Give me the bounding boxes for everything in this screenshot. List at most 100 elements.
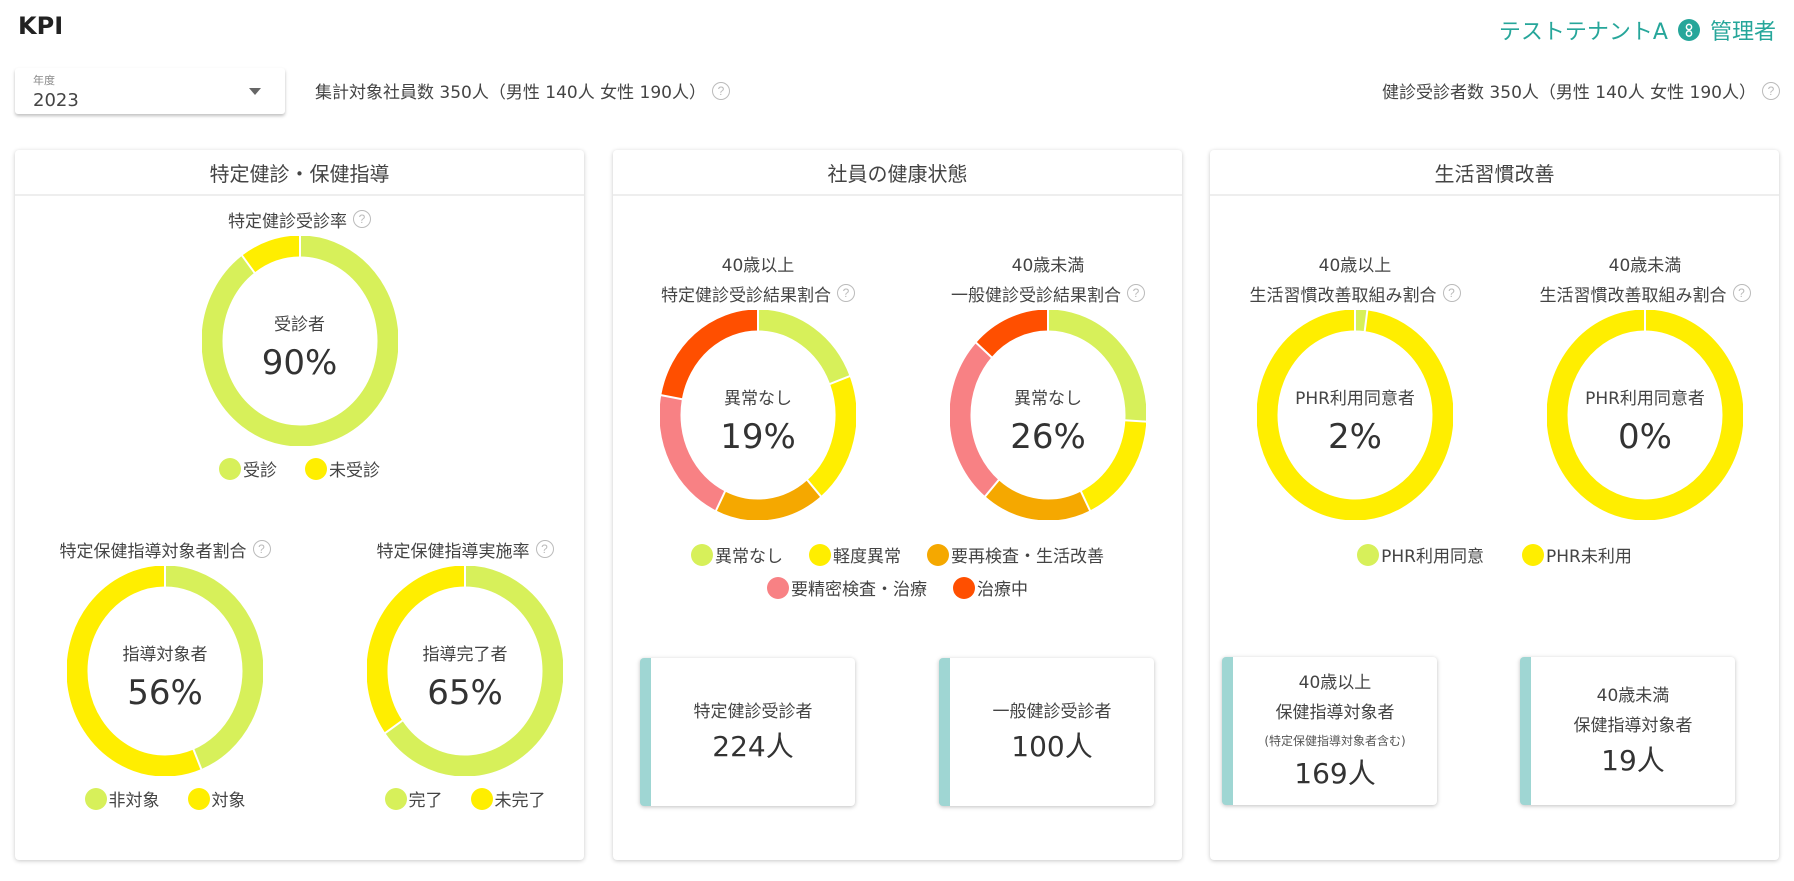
- legend-item[interactable]: PHR利用同意: [1357, 542, 1484, 567]
- legend-item[interactable]: 完了: [384, 786, 443, 811]
- donut-center-value: 90%: [261, 343, 338, 383]
- chart-legend: 非対象 対象: [84, 786, 246, 811]
- legend-item[interactable]: 受診: [219, 456, 277, 481]
- chart-title-text: 特定健診受診率: [228, 211, 347, 232]
- tenant-name[interactable]: テストテナントA: [1499, 14, 1668, 46]
- help-icon[interactable]: ?: [711, 81, 730, 100]
- donut-segment[interactable]: [1354, 310, 1368, 332]
- donut-center-label: 異常なし: [1014, 389, 1082, 409]
- donut-center-label: 指導対象者: [122, 645, 208, 665]
- donut-chart: 指導対象者 56%: [67, 566, 263, 776]
- legend-dot-icon: [927, 543, 949, 566]
- legend-dot-icon: [1522, 543, 1544, 566]
- donut-center-label: 指導完了者: [422, 645, 508, 665]
- legend-label: 未完了: [494, 791, 546, 811]
- panel-title: 特定健診・保健指導: [15, 150, 584, 196]
- examinee-text: 健診受診者数 350人（男性 140人 女性 190人）: [1382, 83, 1756, 103]
- legend-item[interactable]: 未完了: [470, 786, 546, 811]
- help-icon[interactable]: ?: [1442, 284, 1461, 302]
- legend-label: 受診: [243, 461, 277, 481]
- panel-specific-checkup: 特定健診・保健指導 特定健診受診率 ? 受診者 90% 受診 未受診 特定保健指…: [15, 150, 584, 860]
- over40-result-chart: 40歳以上 特定健診受診結果割合 ? 異常なし 19%: [638, 248, 878, 520]
- year-select[interactable]: 年度 2023: [15, 68, 285, 114]
- stat-value: 224人: [712, 730, 794, 763]
- help-icon[interactable]: ?: [1127, 284, 1145, 302]
- legend-item[interactable]: 治療中: [953, 575, 1028, 600]
- legend-item[interactable]: 非対象: [84, 786, 160, 811]
- panel-title: 生活習慣改善: [1210, 150, 1779, 196]
- guidance-target-chart: 特定保健指導対象者割合 ? 指導対象者 56% 非対象 対象: [45, 534, 285, 811]
- donut-center-label: 受診者: [274, 315, 325, 335]
- health-status-legend: 異常なし 軽度異常 要再検査・生活改善 要精密検査・治療 治療中: [673, 542, 1122, 600]
- legend-label: 要精密検査・治療: [791, 580, 927, 600]
- stat-label: 一般健診受診者: [992, 702, 1112, 722]
- legend-item[interactable]: 要精密検査・治療: [767, 575, 927, 600]
- donut-center: PHR利用同意者 2%: [1257, 384, 1453, 457]
- legend-dot-icon: [187, 787, 210, 810]
- year-select-label: 年度: [33, 74, 55, 87]
- legend-item[interactable]: PHR未利用: [1522, 542, 1632, 567]
- target-employee-text: 集計対象社員数 350人（男性 140人 女性 190人）: [315, 83, 706, 103]
- donut-segment[interactable]: [984, 480, 1091, 520]
- chart-title: 特定保健指導対象者割合 ?: [60, 534, 271, 564]
- help-icon[interactable]: ?: [837, 284, 855, 302]
- legend-label: 対象: [211, 791, 246, 811]
- donut-chart: 異常なし 26%: [950, 310, 1146, 520]
- page-title: KPI: [18, 12, 64, 40]
- stat-card-under40-guidance: 40歳未満 保健指導対象者 19人: [1520, 657, 1735, 805]
- donut-center-value: 2%: [1328, 417, 1382, 457]
- legend-item[interactable]: 軽度異常: [809, 542, 901, 567]
- chart-title: 特定保健指導実施率 ?: [377, 534, 554, 564]
- user-icon[interactable]: [1677, 19, 1700, 41]
- chart-title-text: 一般健診受診結果割合: [951, 285, 1121, 306]
- donut-center-value: 65%: [427, 673, 503, 713]
- user-role[interactable]: 管理者: [1710, 14, 1776, 46]
- help-icon[interactable]: ?: [1762, 81, 1780, 100]
- help-icon[interactable]: ?: [535, 540, 554, 558]
- chart-subtitle: 40歳以上: [1318, 255, 1392, 276]
- help-icon[interactable]: ?: [1732, 284, 1751, 302]
- help-icon[interactable]: ?: [252, 540, 271, 558]
- checkup-rate-chart: 特定健診受診率 ? 受診者 90% 受診 未受診: [15, 204, 584, 481]
- legend-item[interactable]: 要再検査・生活改善: [927, 542, 1104, 567]
- panel-lifestyle-improvement: 生活習慣改善 40歳以上 生活習慣改善取組み割合 ? PHR利用同意者 2% 4…: [1210, 150, 1779, 860]
- caret-down-icon: [249, 88, 261, 95]
- legend-item[interactable]: 未受診: [305, 456, 380, 481]
- donut-segment[interactable]: [715, 480, 822, 520]
- legend-dot-icon: [1357, 543, 1380, 566]
- donut-center-value: 26%: [1010, 417, 1086, 457]
- legend-dot-icon: [767, 576, 789, 599]
- donut-chart: 受診者 90%: [201, 236, 398, 446]
- guidance-completion-chart: 特定保健指導実施率 ? 指導完了者 65% 完了 未完了: [345, 534, 585, 811]
- legend-dot-icon: [305, 457, 327, 480]
- donut-center-label: PHR利用同意者: [1295, 389, 1415, 409]
- chart-legend: 受診 未受診: [219, 456, 380, 481]
- donut-segment[interactable]: [241, 236, 300, 273]
- donut-center: PHR利用同意者 0%: [1547, 384, 1743, 457]
- stat-card-specific-examinees: 特定健診受診者 224人: [640, 658, 855, 806]
- chart-subtitle: 40歳未満: [1011, 255, 1085, 276]
- chart-title-text: 特定健診受診結果割合: [661, 285, 831, 306]
- stat-note: (特定保健指導対象者含む): [1264, 734, 1406, 748]
- donut-center: 異常なし 19%: [660, 384, 856, 457]
- donut-segment[interactable]: [975, 310, 1049, 358]
- legend-label: 完了: [408, 791, 443, 811]
- donut-segment[interactable]: [757, 310, 850, 384]
- stat-value: 169人: [1294, 757, 1376, 790]
- chart-title: 一般健診受診結果割合 ?: [951, 278, 1145, 308]
- panel-title: 社員の健康状態: [613, 150, 1182, 196]
- legend-item[interactable]: 異常なし: [691, 542, 783, 567]
- legend-label: PHR未利用: [1546, 547, 1632, 567]
- stat-age-label: 40歳未満: [1596, 686, 1670, 706]
- stat-value: 100人: [1011, 730, 1093, 763]
- legend-dot-icon: [470, 787, 493, 810]
- chart-title-text: 特定保健指導対象者割合: [59, 541, 247, 562]
- donut-center-label: PHR利用同意者: [1585, 389, 1705, 409]
- legend-label: PHR利用同意: [1381, 547, 1484, 567]
- chart-title: 生活習慣改善取組み割合 ?: [1250, 278, 1461, 308]
- donut-center: 異常なし 26%: [950, 384, 1146, 457]
- donut-chart: PHR利用同意者 0%: [1547, 310, 1743, 520]
- help-icon[interactable]: ?: [353, 210, 371, 228]
- chart-title-text: 生活習慣改善取組み割合: [1249, 285, 1437, 306]
- legend-item[interactable]: 対象: [187, 786, 246, 811]
